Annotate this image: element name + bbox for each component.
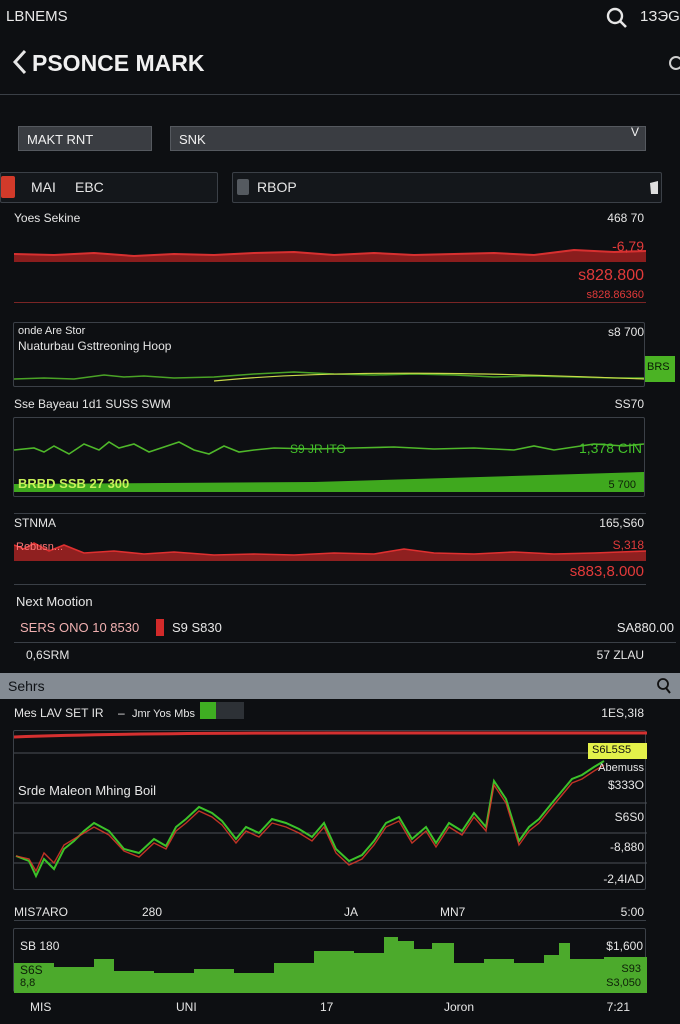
section2-badge: BRS	[645, 356, 675, 382]
section1-title: Yoes Sekine	[14, 211, 81, 225]
section3-value: SS70	[614, 397, 644, 411]
series-sep: –	[118, 706, 125, 720]
series-searchbar-label: Sehrs	[8, 678, 45, 694]
dropdown-icon[interactable]: V	[631, 125, 639, 139]
searchbar-search-icon[interactable]	[656, 677, 672, 695]
next-motion-sub-right: 57 ZLAU	[596, 648, 644, 662]
xaxis2-label-0: MIS	[30, 1000, 52, 1014]
volume-left-mid: S6S	[20, 963, 43, 977]
section3-title: Sse Bayeau 1d1 SUSS SWM	[14, 397, 171, 411]
xaxis2-label-2: 17	[320, 1000, 334, 1014]
section3-divider	[14, 513, 646, 514]
y-label-3: -8,880	[609, 840, 644, 854]
section4-sparkline	[14, 535, 646, 565]
next-motion-title: Next Mootion	[16, 594, 93, 609]
price-tag: S6L5S5	[588, 743, 647, 759]
status-time: 1ЗЭG	[640, 8, 680, 25]
tab-rbop-marker	[237, 179, 249, 195]
xaxis1-divider	[14, 920, 646, 921]
tab-rbop-label: RBOP	[257, 179, 297, 195]
volume-right-mid: S93	[621, 963, 641, 975]
series-searchbar[interactable]: Sehrs	[0, 673, 680, 699]
volume-panel: SB 180 $1,600 S6S 8,8 S93 S3,050	[13, 928, 647, 993]
section3-right: 1,378 CIN	[578, 440, 642, 456]
symbol-input[interactable]: SNK V	[170, 125, 646, 151]
tab-mai-sub: EBC	[75, 179, 104, 195]
xaxis2-label-4: 7:21	[606, 1000, 630, 1014]
section1-total: s828.800	[578, 267, 644, 284]
xaxis1-label-3: MN7	[440, 905, 466, 919]
series-mid: Jmr Yos Mbs	[132, 708, 195, 720]
tab-marker	[1, 176, 15, 198]
search-icon[interactable]	[604, 5, 630, 29]
tab-mai-label: MAI	[31, 179, 56, 195]
xaxis1-label-2: JA	[344, 905, 359, 919]
series-toggle[interactable]	[216, 702, 244, 719]
section4-overlay: Rebusn...	[16, 541, 64, 553]
series-title: Srde Maleon Mhing Boil	[18, 783, 157, 798]
xaxis1-label-4: 5:00	[620, 905, 644, 919]
main-chart-panel: Srde Maleon Mhing Boil	[13, 730, 647, 890]
y-label-4: -2,4IAD	[603, 872, 644, 886]
next-motion-marker	[156, 619, 164, 636]
price-tag-sub: Abemuss	[598, 762, 644, 774]
section3-mid: S9 JR ITO	[290, 442, 346, 456]
section4-divider	[14, 584, 646, 585]
section1-sub: s828.86360	[586, 289, 645, 301]
page-title: PSONCE MARK	[32, 50, 205, 76]
section1-value: 468 70	[607, 211, 644, 225]
y-label-2: S6S0	[614, 810, 644, 824]
section4-title: STNMA	[14, 516, 56, 530]
market-filter-input[interactable]: MAKT RNT	[18, 126, 152, 151]
volume-right-sub: S3,050	[606, 977, 641, 989]
xaxis1-label-1: 280	[142, 905, 163, 919]
volume-right-top: $1,600	[606, 939, 643, 953]
xaxis2-label-1: UNI	[176, 1000, 197, 1014]
tab-mai[interactable]: MAI EBC	[0, 172, 218, 203]
section3-bar-right: 5 700	[608, 479, 636, 491]
volume-left-top: SB 180	[20, 939, 60, 953]
xaxis2-label-3: Joron	[444, 1000, 475, 1014]
series-left: Mes LAV SET IR	[14, 706, 104, 720]
section2-panel: onde Are Stor Nuaturbau Gsttreoning Hoop…	[13, 322, 645, 387]
section2-line1: onde Are Stor	[18, 325, 86, 337]
section1-sparkline	[14, 240, 646, 266]
section1-divider	[14, 302, 646, 303]
section1-change: -6,79	[612, 238, 644, 254]
next-motion-mid: S9 S830	[172, 620, 222, 635]
series-toggle-on[interactable]	[200, 702, 216, 719]
xaxis1-label-0: MIS7ARO	[14, 905, 69, 919]
section3-panel: S9 JR ITO 1,378 CIN BRBD SSB 27 300 5 70…	[13, 417, 645, 497]
overflow-icon[interactable]	[664, 52, 680, 74]
status-app-name: LBNEMS	[6, 8, 68, 25]
next-motion-left: SERS ONO 10 8530	[20, 620, 140, 635]
gear-icon[interactable]	[647, 179, 661, 197]
next-motion-right: SA880.00	[616, 620, 674, 635]
header-divider	[0, 94, 680, 95]
tab-rbop[interactable]: RBOP	[232, 172, 662, 203]
section2-line2: Nuaturbau Gsttreoning Hoop	[18, 339, 172, 353]
section3-bar-left: BRBD SSB 27 300	[18, 476, 130, 491]
y-label-1: $333O	[607, 778, 644, 792]
volume-left-sub: 8,8	[20, 977, 36, 989]
section4-total: s883,8.000	[569, 563, 644, 580]
section4-value: 165,S60	[599, 516, 644, 530]
symbol-input-value: SNK	[179, 132, 206, 147]
section4-change: S,318	[612, 538, 644, 552]
next-motion-divider	[14, 642, 676, 643]
series-right: 1ES,3I8	[601, 706, 644, 720]
next-motion-sub-left: 0,6SRM	[26, 648, 70, 662]
section2-value: s8 700	[607, 325, 644, 339]
back-chevron-icon[interactable]	[10, 48, 30, 76]
